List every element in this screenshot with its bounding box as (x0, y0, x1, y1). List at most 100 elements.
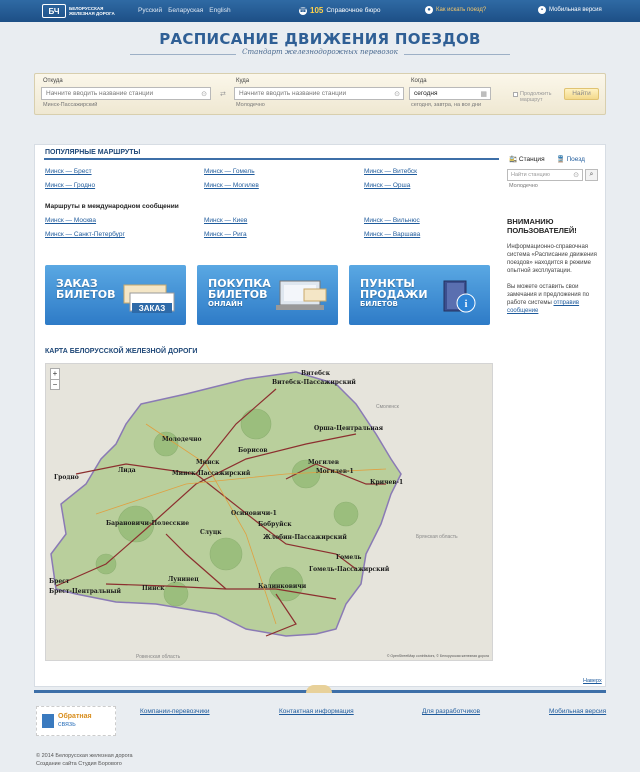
search-icon[interactable]: ⌕ (585, 169, 598, 181)
date-field[interactable]: сегодня ▦ (409, 87, 491, 100)
to-field[interactable]: Начните вводить название станции ⊙ (234, 87, 404, 100)
map-city-label[interactable]: Борисов (238, 447, 268, 454)
map-city-label[interactable]: Могилев (308, 459, 339, 466)
map-city-label[interactable]: Жлобин-Пассажирский (263, 534, 347, 541)
checkbox-box[interactable] (513, 92, 518, 97)
user-icon: ● (425, 6, 433, 14)
lang-ru[interactable]: Русский (138, 7, 162, 14)
map-city-label[interactable]: Лунинец (168, 576, 199, 583)
map-city-label[interactable]: Лида (118, 467, 136, 474)
logo[interactable]: БЧ Белорусская железная дорога (42, 3, 124, 19)
main-card: ПОПУЛЯРНЫЕ МАРШРУТЫ Минск — Брест Минск … (34, 144, 606, 687)
language-switcher: Русский Беларуская English (138, 7, 231, 14)
phone-label: Справочное бюро (326, 7, 381, 14)
back-to-top-link[interactable]: Наверх (583, 678, 602, 684)
zoom-in-button[interactable]: + (51, 369, 59, 379)
intl-route-link[interactable]: Минск — Варшава (364, 231, 420, 238)
info-book-icon: i (443, 280, 476, 313)
lang-be[interactable]: Беларуская (168, 7, 203, 14)
phone-info: ☎ 105 Справочное бюро (299, 6, 381, 15)
tab-station[interactable]: 🚉 Станция (509, 155, 545, 163)
station-search-input[interactable]: Найти станцию ⊙ (507, 169, 583, 181)
route-link[interactable]: Минск — Могилев (204, 182, 259, 189)
mobile-version-link[interactable]: ▪ Мобильная версия (538, 6, 602, 14)
intl-route-link[interactable]: Минск — Рига (204, 231, 247, 238)
ticket-offices-banner[interactable]: ПУНКТЫ ПРОДАЖИ БИЛЕТОВ i (349, 265, 490, 325)
calendar-icon[interactable]: ▦ (480, 90, 487, 98)
feedback-button[interactable]: Обратная связь (36, 706, 116, 736)
svg-text:i: i (465, 299, 468, 310)
map-city-label[interactable]: Витебск-Пассажирский (272, 379, 356, 386)
route-link[interactable]: Минск — Брест (45, 168, 92, 175)
route-link[interactable]: Минск — Орша (364, 182, 410, 189)
laptop-icon (276, 280, 327, 310)
from-field[interactable]: Начните вводить название станции ⊙ (41, 87, 211, 100)
find-button[interactable]: Найти (564, 88, 599, 100)
map-city-label[interactable]: Осиповичи-1 (231, 510, 277, 517)
to-hint[interactable]: Молодечно (236, 102, 265, 108)
popular-routes-title: ПОПУЛЯРНЫЕ МАРШРУТЫ (45, 149, 141, 156)
map-city-label[interactable]: Могилев-1 (316, 468, 354, 475)
date-hint[interactable]: сегодня, завтра, на все дни (411, 102, 481, 108)
map-city-label[interactable]: Бобруйск (258, 521, 292, 528)
map-city-label[interactable]: Минск-Пассажирский (172, 470, 250, 477)
footer-link-developers[interactable]: Для разработчиков (422, 708, 480, 715)
map-city-label[interactable]: Гомель-Пассажирский (309, 566, 389, 573)
tab-train[interactable]: 🚆 Поезд (557, 155, 585, 163)
from-hint[interactable]: Минск-Пассажирский (43, 102, 97, 108)
map-city-label[interactable]: Орша-Центральная (314, 425, 383, 432)
map-city-label[interactable]: Кричев-1 (370, 479, 403, 486)
feedback-icon (42, 714, 54, 728)
footer-link-mobile[interactable]: Мобильная версия (549, 708, 606, 715)
railway-map[interactable]: + − Витебск Витебск-Пассажирский Смоленс… (45, 363, 493, 661)
map-city-label[interactable]: Брест-Центральный (49, 588, 121, 595)
when-label: Когда (411, 78, 427, 84)
route-link[interactable]: Минск — Витебск (364, 168, 417, 175)
zoom-out-button[interactable]: − (51, 379, 59, 389)
swap-icon[interactable]: ⇄ (220, 90, 226, 98)
intl-route-link[interactable]: Минск — Вильнюс (364, 217, 420, 224)
map-city-label[interactable]: Витебск (301, 370, 330, 377)
map-title: КАРТА БЕЛОРУССКОЙ ЖЕЛЕЗНОЙ ДОРОГИ (45, 348, 198, 355)
route-link[interactable]: Минск — Гродно (45, 182, 95, 189)
station-hint[interactable]: Молодечно (509, 183, 538, 189)
pin-icon: ⊙ (201, 91, 207, 98)
footer-link-carriers[interactable]: Компании-перевозчики (140, 708, 210, 715)
footer-ornament (306, 685, 332, 693)
map-city-label[interactable]: Слуцк (200, 529, 222, 536)
intl-route-link[interactable]: Минск — Санкт-Петербург (45, 231, 125, 238)
map-city-label: Смоленск (376, 404, 399, 410)
search-panel: Откуда Начните вводить название станции … (34, 73, 606, 115)
map-city-label[interactable]: Барановичи-Полесские (106, 520, 189, 527)
order-tickets-banner[interactable]: ЗАКАЗ БИЛЕТОВ ЗАКАЗ (45, 265, 186, 325)
section-divider (44, 158, 499, 160)
top-bar: БЧ Белорусская железная дорога Русский Б… (0, 0, 640, 22)
notice-title: ВНИМАНИЮ ПОЛЬЗОВАТЕЛЕЙ! (507, 217, 577, 235)
map-zoom-control: + − (50, 368, 60, 390)
map-city-label[interactable]: Гомель (336, 554, 361, 561)
route-link[interactable]: Минск — Гомель (204, 168, 255, 175)
buy-online-banner[interactable]: ПОКУПКА БИЛЕТОВ ОНЛАЙН (197, 265, 338, 325)
map-city-label[interactable]: Калинковичи (258, 583, 306, 590)
map-city-label[interactable]: Гродно (54, 474, 79, 481)
pin-icon: ⊙ (573, 172, 579, 179)
how-to-search-link[interactable]: ● Как искать поезд? (425, 6, 486, 14)
map-city-label[interactable]: Пинск (142, 585, 165, 592)
footer-link-contacts[interactable]: Контактная информация (279, 708, 354, 715)
tickets-icon: ЗАКАЗ (123, 284, 175, 313)
continue-route-checkbox[interactable]: Продолжить маршрут (513, 91, 554, 103)
intl-route-link[interactable]: Минск — Москва (45, 217, 96, 224)
map-city-label[interactable]: Минск (196, 459, 219, 466)
map-city-label: Брянская область (416, 534, 458, 540)
phone-icon: ☎ (299, 6, 307, 15)
mobile-icon: ▪ (538, 6, 546, 14)
map-city-label[interactable]: Молодечно (162, 436, 201, 443)
intl-routes-title: Маршруты в международном сообщении (45, 203, 179, 210)
lang-en[interactable]: English (209, 7, 230, 14)
copyright: © 2014 Белорусская железная дорога Созда… (36, 753, 133, 767)
phone-number: 105 (310, 6, 324, 15)
notice-text: Информационно-справочная система «Распис… (507, 244, 597, 274)
map-city-label[interactable]: Брест (49, 578, 70, 585)
page-subtitle: Стандарт железнодорожных перевозок (236, 48, 404, 56)
intl-route-link[interactable]: Минск — Киев (204, 217, 247, 224)
